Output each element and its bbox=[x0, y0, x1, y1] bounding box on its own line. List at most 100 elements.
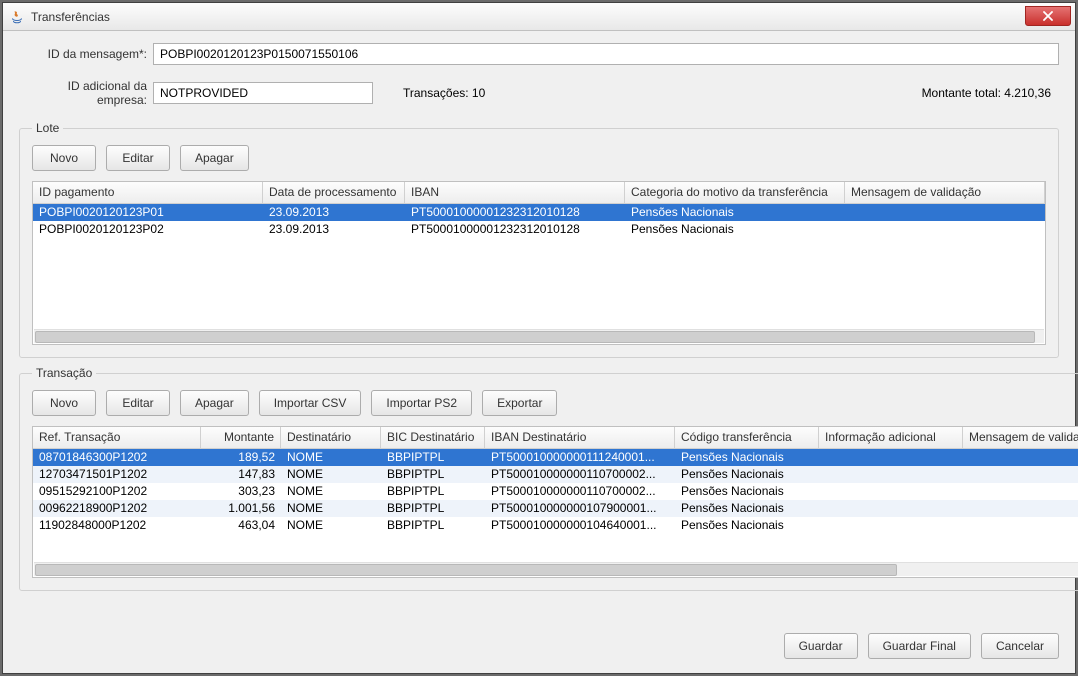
table-cell: PT500010000000111240001... bbox=[485, 449, 675, 466]
lote-novo-button[interactable]: Novo bbox=[32, 145, 96, 171]
guardar-final-button[interactable]: Guardar Final bbox=[868, 633, 971, 659]
table-cell: 11902848000P1202 bbox=[33, 517, 201, 534]
legend-lote: Lote bbox=[32, 121, 63, 135]
table-cell: NOME bbox=[281, 466, 381, 483]
table-cell: NOME bbox=[281, 449, 381, 466]
input-id-adicional[interactable] bbox=[153, 82, 373, 104]
table-cell: 1.001,56 bbox=[201, 500, 281, 517]
tx-col-iban-dest[interactable]: IBAN Destinatário bbox=[485, 427, 675, 448]
label-id-mensagem: ID da mensagem*: bbox=[19, 47, 147, 61]
transacao-button-row: Novo Editar Apagar Importar CSV Importar… bbox=[32, 390, 1078, 416]
table-cell: 08701846300P1202 bbox=[33, 449, 201, 466]
tx-hscroll-thumb[interactable] bbox=[35, 564, 897, 576]
java-app-icon bbox=[9, 9, 25, 25]
transacao-table-head: Ref. Transação Montante Destinatário BIC… bbox=[33, 427, 1078, 449]
tx-novo-button[interactable]: Novo bbox=[32, 390, 96, 416]
tx-editar-button[interactable]: Editar bbox=[106, 390, 170, 416]
guardar-button[interactable]: Guardar bbox=[784, 633, 858, 659]
table-cell bbox=[819, 466, 963, 483]
table-cell: PT50001000001232312010128 bbox=[405, 204, 625, 221]
table-cell bbox=[819, 500, 963, 517]
tx-col-mensagem-valida[interactable]: Mensagem de valida bbox=[963, 427, 1078, 448]
tx-col-ref[interactable]: Ref. Transação bbox=[33, 427, 201, 448]
cancelar-button[interactable]: Cancelar bbox=[981, 633, 1059, 659]
table-row[interactable]: 09515292100P1202303,23NOMEBBPIPTPLPT5000… bbox=[33, 483, 1078, 500]
tx-col-info-adicional[interactable]: Informação adicional bbox=[819, 427, 963, 448]
table-cell: BBPIPTPL bbox=[381, 517, 485, 534]
tx-importar-ps2-button[interactable]: Importar PS2 bbox=[371, 390, 472, 416]
table-cell: Pensões Nacionais bbox=[675, 466, 819, 483]
table-row[interactable]: 00962218900P12021.001,56NOMEBBPIPTPLPT50… bbox=[33, 500, 1078, 517]
label-transacoes-count: Transações: 10 bbox=[403, 86, 485, 100]
table-row[interactable]: 12703471501P1202147,83NOMEBBPIPTPLPT5000… bbox=[33, 466, 1078, 483]
tx-hscroll[interactable] bbox=[34, 562, 1078, 576]
lote-button-row: Novo Editar Apagar bbox=[32, 145, 1046, 171]
table-cell bbox=[819, 517, 963, 534]
table-cell: 09515292100P1202 bbox=[33, 483, 201, 500]
table-cell: BBPIPTPL bbox=[381, 466, 485, 483]
table-cell: 23.09.2013 bbox=[263, 221, 405, 238]
table-cell bbox=[963, 466, 1078, 483]
table-row[interactable]: 11902848000P1202463,04NOMEBBPIPTPLPT5000… bbox=[33, 517, 1078, 534]
table-cell: 189,52 bbox=[201, 449, 281, 466]
group-transacao: Transação Novo Editar Apagar Importar CS… bbox=[19, 366, 1078, 591]
table-cell bbox=[963, 517, 1078, 534]
lote-table[interactable]: ID pagamento Data de processamento IBAN … bbox=[32, 181, 1046, 345]
table-cell bbox=[963, 500, 1078, 517]
dialog-content: ID da mensagem*: ID adicional da empresa… bbox=[3, 31, 1075, 673]
lote-hscroll[interactable] bbox=[34, 329, 1044, 343]
table-cell: NOME bbox=[281, 517, 381, 534]
table-cell: NOME bbox=[281, 483, 381, 500]
tx-col-destinatario[interactable]: Destinatário bbox=[281, 427, 381, 448]
table-cell bbox=[845, 204, 1045, 221]
table-cell: PT500010000000104640001... bbox=[485, 517, 675, 534]
lote-hscroll-thumb[interactable] bbox=[35, 331, 1035, 343]
tx-importar-csv-button[interactable]: Importar CSV bbox=[259, 390, 362, 416]
label-montante-total: Montante total: 4.210,36 bbox=[922, 86, 1051, 100]
group-lote: Lote Novo Editar Apagar ID pagamento Dat… bbox=[19, 121, 1059, 358]
table-cell: Pensões Nacionais bbox=[675, 500, 819, 517]
table-cell bbox=[819, 483, 963, 500]
table-cell: NOME bbox=[281, 500, 381, 517]
lote-col-id-pagamento[interactable]: ID pagamento bbox=[33, 182, 263, 203]
tx-apagar-button[interactable]: Apagar bbox=[180, 390, 249, 416]
table-cell bbox=[963, 449, 1078, 466]
table-cell: Pensões Nacionais bbox=[625, 204, 845, 221]
table-row[interactable]: POBPI0020120123P0223.09.2013PT5000100000… bbox=[33, 221, 1045, 238]
tx-exportar-button[interactable]: Exportar bbox=[482, 390, 557, 416]
input-id-mensagem[interactable] bbox=[153, 43, 1059, 65]
table-cell: PT500010000000107900001... bbox=[485, 500, 675, 517]
table-cell: PT50001000001232312010128 bbox=[405, 221, 625, 238]
table-cell: 303,23 bbox=[201, 483, 281, 500]
lote-col-iban[interactable]: IBAN bbox=[405, 182, 625, 203]
lote-col-categoria[interactable]: Categoria do motivo da transferência bbox=[625, 182, 845, 203]
table-cell: BBPIPTPL bbox=[381, 500, 485, 517]
legend-transacao: Transação bbox=[32, 366, 96, 380]
lote-col-mensagem-validacao[interactable]: Mensagem de validação bbox=[845, 182, 1045, 203]
lote-col-data-processamento[interactable]: Data de processamento bbox=[263, 182, 405, 203]
table-cell bbox=[845, 221, 1045, 238]
table-cell bbox=[963, 483, 1078, 500]
transacao-table-body: 08701846300P1202189,52NOMEBBPIPTPLPT5000… bbox=[33, 449, 1078, 534]
transacao-table[interactable]: Ref. Transação Montante Destinatário BIC… bbox=[32, 426, 1078, 578]
table-cell: PT500010000000110700002... bbox=[485, 483, 675, 500]
table-cell: 147,83 bbox=[201, 466, 281, 483]
window-title: Transferências bbox=[31, 10, 1025, 24]
table-cell: POBPI0020120123P02 bbox=[33, 221, 263, 238]
table-cell: PT500010000000110700002... bbox=[485, 466, 675, 483]
label-id-adicional: ID adicional da empresa: bbox=[19, 79, 147, 107]
close-button[interactable] bbox=[1025, 6, 1071, 26]
tx-col-bic[interactable]: BIC Destinatário bbox=[381, 427, 485, 448]
dialog-window: Transferências ID da mensagem*: ID adici… bbox=[2, 2, 1076, 674]
table-row[interactable]: 08701846300P1202189,52NOMEBBPIPTPLPT5000… bbox=[33, 449, 1078, 466]
tx-col-montante[interactable]: Montante bbox=[201, 427, 281, 448]
table-row[interactable]: POBPI0020120123P0123.09.2013PT5000100000… bbox=[33, 204, 1045, 221]
tx-col-codigo-transf[interactable]: Código transferência bbox=[675, 427, 819, 448]
lote-editar-button[interactable]: Editar bbox=[106, 145, 170, 171]
row-id-adicional: ID adicional da empresa: Transações: 10 … bbox=[19, 79, 1059, 107]
lote-table-head: ID pagamento Data de processamento IBAN … bbox=[33, 182, 1045, 204]
lote-apagar-button[interactable]: Apagar bbox=[180, 145, 249, 171]
table-cell: Pensões Nacionais bbox=[675, 449, 819, 466]
table-cell: POBPI0020120123P01 bbox=[33, 204, 263, 221]
table-cell: 23.09.2013 bbox=[263, 204, 405, 221]
